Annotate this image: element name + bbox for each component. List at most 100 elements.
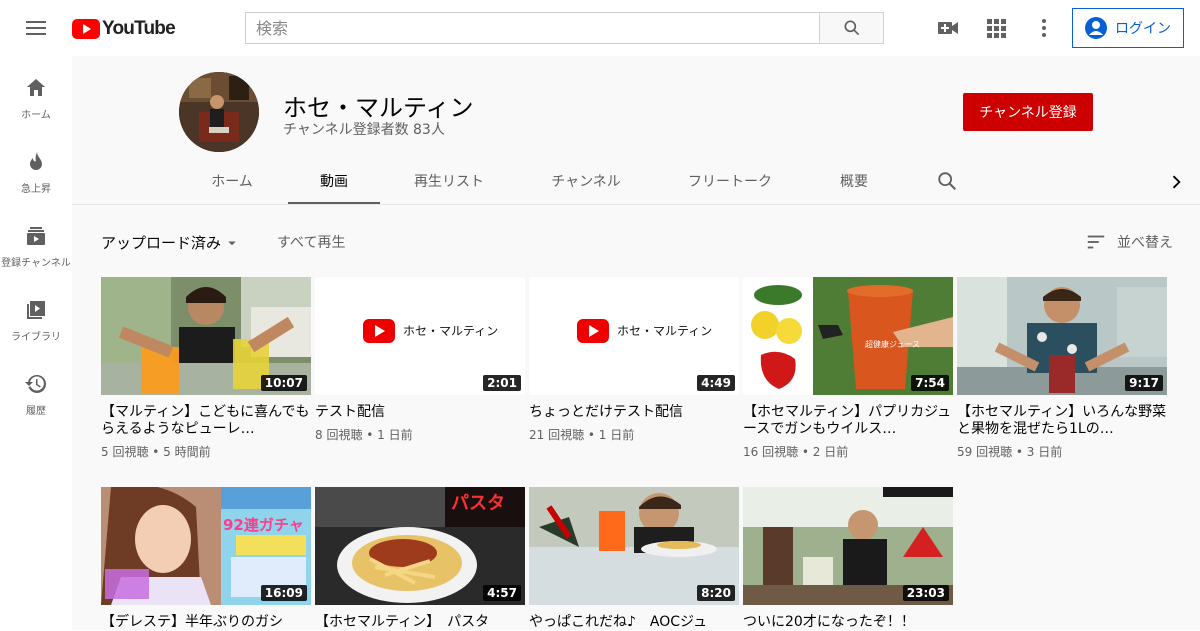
video-card[interactable]: ホセ・マルティン 4:49 ちょっとだけテスト配信 21 回視聴 • 1 日前 — [529, 277, 739, 443]
sidebar: ホーム 急上昇 登録チャンネル ライブラリ 履歴 — [0, 56, 72, 630]
menu-icon[interactable] — [24, 17, 48, 39]
channel-tabs: ホーム 動画 再生リスト チャンネル フリートーク 概要 — [72, 164, 1200, 204]
video-thumbnail[interactable]: 92連ガチャ 16:09 — [101, 487, 311, 605]
login-button[interactable]: ログイン — [1072, 8, 1184, 48]
tab-videos[interactable]: 動画 — [288, 164, 380, 204]
subscriber-count: チャンネル登録者数 83人 — [283, 122, 445, 138]
video-title[interactable]: 【ホセマルティン】パプリカジュースでガンもウイルス… — [743, 404, 953, 438]
video-thumbnail[interactable]: 超健康ジュース 7:54 — [743, 277, 953, 395]
video-duration: 8:20 — [697, 585, 735, 601]
video-meta: 16 回視聴 • 2 日前 — [743, 445, 849, 459]
sidebar-item-subscriptions[interactable]: 登録チャンネル — [0, 204, 72, 278]
video-card[interactable]: 10:07 【マルティン】こどもに喜んでもらえるようなピューレ… 5 回視聴 •… — [101, 277, 311, 460]
video-thumbnail[interactable]: 8:20 — [529, 487, 739, 605]
video-duration: 4:57 — [483, 585, 521, 601]
sidebar-item-label: 登録チャンネル — [1, 258, 71, 269]
youtube-play-icon — [72, 19, 100, 39]
channel-header: ホセ・マルティン チャンネル登録者数 83人 チャンネル登録 ホーム 動画 再生… — [72, 56, 1200, 204]
video-meta: 59 回視聴 • 3 日前 — [957, 445, 1063, 459]
video-title[interactable]: 【デレステ】半年ぶりのガシ — [101, 614, 311, 631]
video-duration: 10:07 — [260, 375, 307, 391]
uploads-label: アップロード済み — [101, 234, 222, 252]
more-options-icon[interactable] — [1032, 16, 1056, 40]
thumbnail-logo-text: ホセ・マルティン — [617, 324, 713, 338]
library-icon — [27, 301, 45, 319]
tab-about[interactable]: 概要 — [832, 164, 876, 204]
video-duration: 7:54 — [911, 375, 949, 391]
search-bar — [245, 12, 884, 44]
search-icon — [844, 20, 859, 36]
video-meta: 21 回視聴 • 1 日前 — [529, 428, 635, 442]
chevron-right-icon[interactable] — [1166, 172, 1186, 196]
login-label: ログイン — [1115, 21, 1171, 37]
video-thumbnail[interactable]: パスタ 4:57 — [315, 487, 525, 605]
home-icon — [27, 79, 45, 96]
sidebar-item-label: ホーム — [21, 110, 51, 121]
video-card[interactable]: 8:20 やっぱこれだね♪ AOCジュ — [529, 487, 739, 631]
tab-home[interactable]: ホーム — [200, 164, 264, 204]
channel-logo-icon — [363, 319, 395, 343]
uploads-dropdown[interactable]: アップロード済み — [101, 232, 241, 253]
video-thumbnail[interactable]: ホセ・マルティン 4:49 — [529, 277, 739, 395]
sidebar-item-label: ライブラリ — [11, 332, 61, 343]
video-card[interactable]: 23:03 ついに20才になったぞ！！ — [743, 487, 953, 631]
apps-grid-icon[interactable] — [984, 16, 1008, 40]
video-duration: 2:01 — [483, 375, 521, 391]
sort-button[interactable]: 並べ替え — [1085, 231, 1173, 253]
thumbnail-logo-text: ホセ・マルティン — [403, 324, 499, 338]
video-title[interactable]: 【ホセマルティン】 パスタ — [315, 614, 525, 631]
video-title[interactable]: ついに20才になったぞ！！ — [743, 614, 953, 631]
video-thumbnail[interactable]: 23:03 — [743, 487, 953, 605]
account-icon — [1085, 17, 1107, 39]
video-card[interactable]: ホセ・マルティン 2:01 テスト配信 8 回視聴 • 1 日前 — [315, 277, 525, 443]
subscribe-button[interactable]: チャンネル登録 — [963, 93, 1093, 131]
channel-avatar[interactable] — [179, 72, 259, 152]
sidebar-item-label: 急上昇 — [21, 184, 51, 195]
thumbnail-caption: パスタ — [451, 493, 505, 514]
history-icon — [25, 374, 46, 393]
channel-name: ホセ・マルティン — [283, 94, 474, 122]
play-all-link[interactable]: すべて再生 — [277, 232, 345, 252]
sidebar-item-home[interactable]: ホーム — [0, 56, 72, 130]
channel-search-icon[interactable] — [936, 170, 958, 196]
video-card[interactable]: 超健康ジュース 7:54 【ホセマルティン】パプリカジュースでガンもウイルス… … — [743, 277, 953, 460]
video-title[interactable]: やっぱこれだね♪ AOCジュ — [529, 614, 739, 631]
video-title[interactable]: 【ホセマルティン】いろんな野菜と果物を混ぜたら1Lの… — [957, 404, 1167, 438]
sort-icon — [1087, 235, 1105, 249]
video-card[interactable]: パスタ 4:57 【ホセマルティン】 パスタ — [315, 487, 525, 631]
video-title[interactable]: テスト配信 — [315, 404, 525, 421]
create-video-icon[interactable] — [936, 16, 960, 40]
tab-channels[interactable]: チャンネル — [542, 164, 630, 204]
video-card[interactable]: 9:17 【ホセマルティン】いろんな野菜と果物を混ぜたら1Lの… 59 回視聴 … — [957, 277, 1167, 460]
video-card[interactable]: 92連ガチャ 16:09 【デレステ】半年ぶりのガシ — [101, 487, 311, 631]
video-thumbnail[interactable]: 10:07 — [101, 277, 311, 395]
video-duration: 16:09 — [260, 585, 307, 601]
sort-label: 並べ替え — [1117, 235, 1173, 251]
sidebar-item-history[interactable]: 履歴 — [0, 352, 72, 426]
sidebar-item-label: 履歴 — [26, 406, 46, 417]
main-content: ホセ・マルティン チャンネル登録者数 83人 チャンネル登録 ホーム 動画 再生… — [72, 56, 1200, 630]
search-input[interactable] — [245, 12, 819, 44]
youtube-logo[interactable]: YouTube — [72, 18, 176, 40]
sidebar-item-trending[interactable]: 急上昇 — [0, 130, 72, 204]
video-duration: 4:49 — [697, 375, 735, 391]
thumbnail-caption: 超健康ジュース — [865, 340, 921, 349]
logo-text: YouTube — [102, 18, 176, 39]
thumbnail-caption: 92連ガチャ — [223, 516, 304, 534]
video-thumbnail[interactable]: 9:17 — [957, 277, 1167, 395]
video-duration: 23:03 — [902, 585, 949, 601]
top-bar: YouTube ログイン — [0, 0, 1200, 56]
video-meta: 8 回視聴 • 1 日前 — [315, 428, 413, 442]
video-thumbnail[interactable]: ホセ・マルティン 2:01 — [315, 277, 525, 395]
tab-playlists[interactable]: 再生リスト — [406, 164, 492, 204]
tab-free-talk[interactable]: フリートーク — [678, 164, 782, 204]
subscriptions-icon — [27, 227, 45, 245]
trending-icon — [30, 152, 42, 170]
video-meta: 5 回視聴 • 5 時間前 — [101, 445, 211, 459]
video-title[interactable]: ちょっとだけテスト配信 — [529, 404, 739, 421]
video-title[interactable]: 【マルティン】こどもに喜んでもらえるようなピューレ… — [101, 404, 311, 438]
channel-logo-icon — [577, 319, 609, 343]
sidebar-item-library[interactable]: ライブラリ — [0, 278, 72, 352]
search-button[interactable] — [819, 12, 884, 44]
video-duration: 9:17 — [1125, 375, 1163, 391]
